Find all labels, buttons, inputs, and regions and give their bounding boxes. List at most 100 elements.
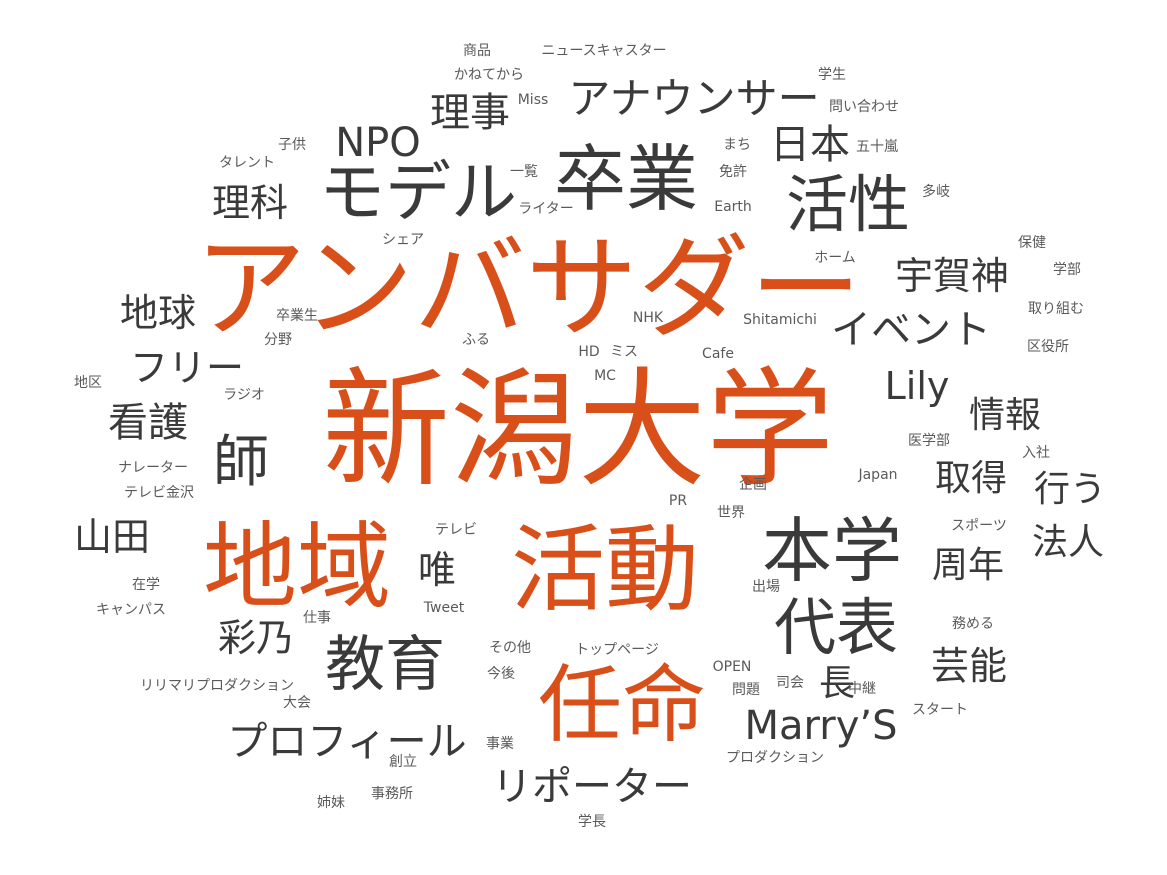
word: 代表 (773, 591, 899, 664)
word: シェア (382, 232, 424, 248)
word: NPO (335, 120, 421, 166)
word: 任命 (537, 656, 707, 754)
word: 学長 (578, 814, 606, 830)
word: 問い合わせ (829, 99, 899, 115)
word: 唯 (417, 548, 457, 592)
word: 山田 (73, 515, 151, 559)
word: フリー (129, 346, 245, 390)
word: プロフィール (227, 719, 467, 765)
word: アンバサダー (194, 224, 862, 354)
word: ライター (518, 201, 574, 217)
word: モデル (319, 154, 517, 231)
word: 多岐 (922, 184, 950, 200)
word: 出場 (752, 579, 780, 595)
word: 取得 (934, 458, 1008, 499)
word: まち (723, 137, 751, 153)
word: ナレーター (118, 460, 188, 476)
word: キャンパス (96, 602, 166, 618)
word: 事務所 (371, 786, 413, 802)
word: アナウンサー (568, 74, 820, 123)
word: 問題 (732, 682, 760, 698)
word: かねてから (454, 67, 524, 83)
word: 入社 (1022, 445, 1050, 461)
word: 医学部 (908, 433, 950, 449)
word: Cafe (702, 346, 734, 362)
word: 保健 (1018, 235, 1046, 251)
word: 事業 (486, 736, 514, 752)
word: 一覧 (510, 164, 538, 180)
word: リリマリプロダクション (140, 678, 294, 694)
word: プロダクション (726, 750, 824, 766)
word: 活動 (510, 516, 700, 625)
word: 創立 (389, 754, 417, 770)
word: 子供 (278, 137, 306, 153)
word: 商品 (463, 43, 491, 59)
word: 区役所 (1027, 339, 1069, 355)
word: 取り組む (1028, 301, 1084, 317)
word: トップページ (575, 642, 659, 658)
word: イベント (831, 307, 991, 353)
word: 情報 (968, 395, 1042, 436)
word: ニュースキャスター (541, 43, 667, 59)
word: ラジオ (223, 387, 265, 403)
word: 学部 (1053, 262, 1081, 278)
word: Shitamichi (743, 312, 817, 328)
word: 姉妹 (317, 795, 345, 811)
word: 芸能 (930, 644, 1008, 688)
word: HD (578, 344, 600, 360)
word: ふる (462, 332, 490, 348)
word: 地域 (202, 513, 392, 622)
word: 分野 (264, 332, 292, 348)
word: 本学 (762, 510, 902, 592)
word-cloud: 新潟大学 アンバサダー地域 活動任命 卒業 モデル本学 活性代表教育 アナウンサー NPO 理事… (0, 0, 1167, 875)
word: リポーター (492, 764, 692, 810)
word: 中継 (848, 681, 876, 697)
word: Marry’S (744, 703, 898, 749)
word: 務める (952, 616, 994, 632)
word: 司会 (776, 675, 804, 691)
word: 活性 (785, 168, 911, 241)
word: Earth (714, 199, 752, 215)
word: 学生 (818, 67, 846, 83)
word: 企画 (739, 477, 767, 493)
word: PR (668, 493, 688, 509)
word: 免許 (719, 164, 747, 180)
word: Japan (858, 467, 898, 483)
word: 宇賀神 (894, 254, 1010, 298)
word: 地区 (74, 375, 102, 391)
word: 日本 (770, 122, 850, 168)
word: 新潟大学 (321, 356, 835, 505)
word: 在学 (132, 577, 160, 593)
word: OPEN (712, 659, 752, 675)
word: 卒業 (553, 137, 699, 221)
word: 彩乃 (217, 616, 295, 660)
word: ホーム (814, 250, 856, 266)
word: その他 (489, 640, 531, 656)
word: 法人 (1031, 522, 1105, 563)
word: 行う (1033, 469, 1107, 510)
word: 理事 (430, 90, 510, 136)
word: 地球 (119, 291, 197, 335)
word: 周年 (931, 545, 1005, 586)
word: 理科 (211, 181, 289, 225)
word: NHK (632, 310, 664, 326)
word: 師 (213, 430, 269, 495)
word: 卒業生 (276, 308, 318, 324)
word: 仕事 (303, 610, 331, 626)
word: MC (594, 368, 616, 384)
word: スタート (912, 702, 968, 718)
word: 世界 (717, 505, 745, 521)
word: テレビ (435, 522, 477, 538)
word: 看護 (108, 400, 188, 446)
word: 今後 (487, 666, 515, 682)
word: ミス (610, 344, 638, 360)
word: 教育 (325, 630, 445, 700)
word: 五十嵐 (856, 139, 898, 155)
word: Lily (884, 364, 950, 408)
word: Miss (517, 92, 549, 108)
word: Tweet (423, 600, 465, 616)
word: テレビ金沢 (124, 485, 194, 501)
word: タレント (219, 155, 275, 171)
word: 大会 (283, 695, 311, 711)
word: スポーツ (951, 518, 1007, 534)
